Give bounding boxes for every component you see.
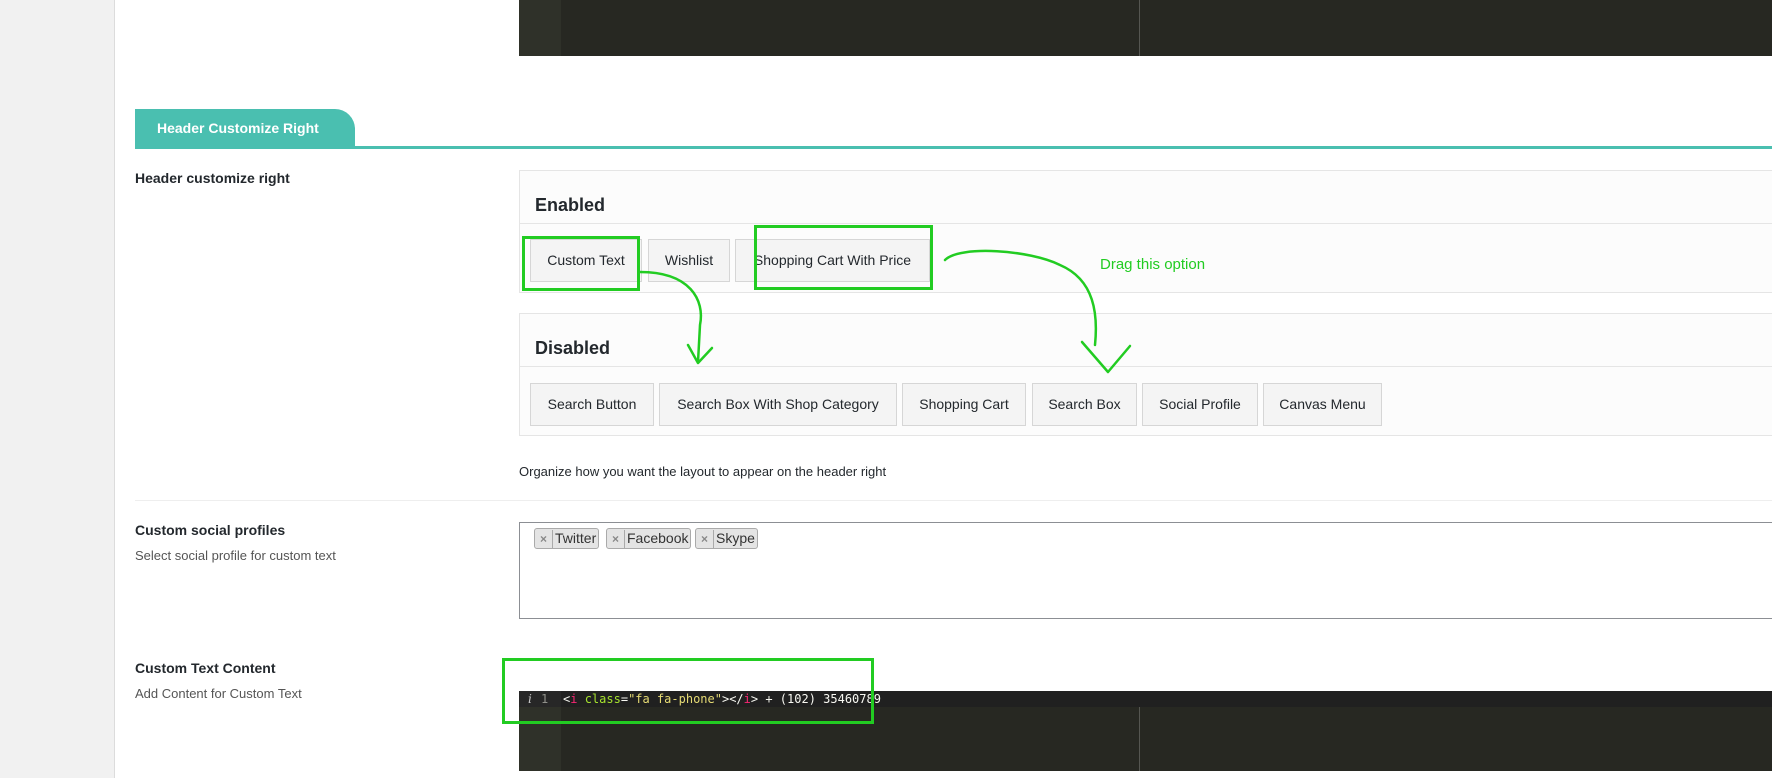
custom-text-label: Custom Text Content [135,660,276,676]
enabled-heading: Enabled [535,195,606,215]
sorter-item-search-box-with-shop-category[interactable]: Search Box With Shop Category [659,383,897,426]
sorter-item-search-box[interactable]: Search Box [1032,383,1137,426]
admin-sidebar [0,0,115,778]
section-divider [135,146,1772,149]
sorter-item-wishlist[interactable]: Wishlist [648,239,730,282]
enabled-divider [520,223,1772,224]
annotation-box-code-line [502,658,874,724]
custom-text-description: Add Content for Custom Text [135,686,302,701]
header-right-helper-text: Organize how you want the layout to appe… [519,464,887,479]
section-tab-header-customize-right: Header Customize Right [135,109,355,147]
sorter-item-social-profile[interactable]: Social Profile [1142,383,1258,426]
chip-label: Facebook [627,530,689,546]
chip-facebook: × Facebook [606,528,692,549]
field-separator [135,500,1772,501]
social-profiles-description: Select social profile for custom text [135,548,336,563]
header-right-label: Header customize right [135,170,290,186]
annotation-box-custom-text [522,236,640,291]
chip-remove-icon[interactable]: × [607,530,625,549]
sorter-item-search-button[interactable]: Search Button [530,383,654,426]
disabled-divider [520,366,1772,367]
chip-label: Skype [716,530,755,546]
chip-remove-icon[interactable]: × [535,530,553,549]
chip-label: Twitter [555,530,597,546]
editor-print-margin [1139,707,1140,771]
annotation-box-shopping-cart-with-price [754,225,933,290]
annotation-drag-text: Drag this option [1100,256,1206,273]
sorter-item-canvas-menu[interactable]: Canvas Menu [1263,383,1382,426]
chip-twitter: × Twitter [534,528,600,549]
disabled-heading: Disabled [535,338,611,358]
code-editor-top[interactable] [519,0,1772,56]
editor-print-margin [1139,0,1140,56]
social-profiles-label: Custom social profiles [135,522,286,538]
sorter-item-shopping-cart[interactable]: Shopping Cart [902,383,1026,426]
chip-skype: × Skype [695,528,758,549]
chip-remove-icon[interactable]: × [696,530,714,549]
editor-gutter [519,0,561,56]
